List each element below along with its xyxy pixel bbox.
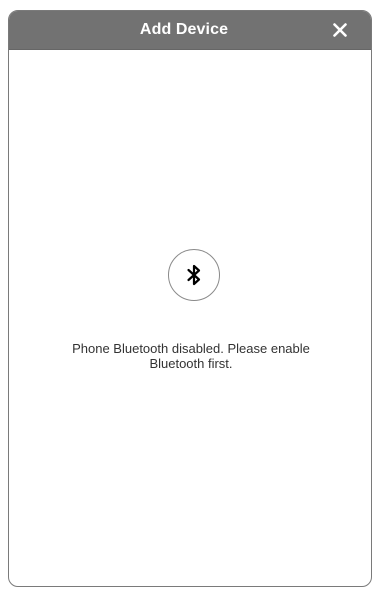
bluetooth-status-indicator [168, 249, 220, 301]
add-device-dialog: Add Device Phone Bluetooth disabled. Ple… [8, 10, 372, 587]
close-icon [333, 23, 347, 37]
bluetooth-disabled-message: Phone Bluetooth disabled. Please enable … [72, 341, 310, 371]
close-button[interactable] [328, 18, 352, 42]
bluetooth-icon [187, 264, 201, 286]
dialog-content: Phone Bluetooth disabled. Please enable … [9, 49, 371, 586]
dialog-title: Add Device [139, 21, 229, 38]
dialog-header: Add Device [9, 11, 371, 50]
